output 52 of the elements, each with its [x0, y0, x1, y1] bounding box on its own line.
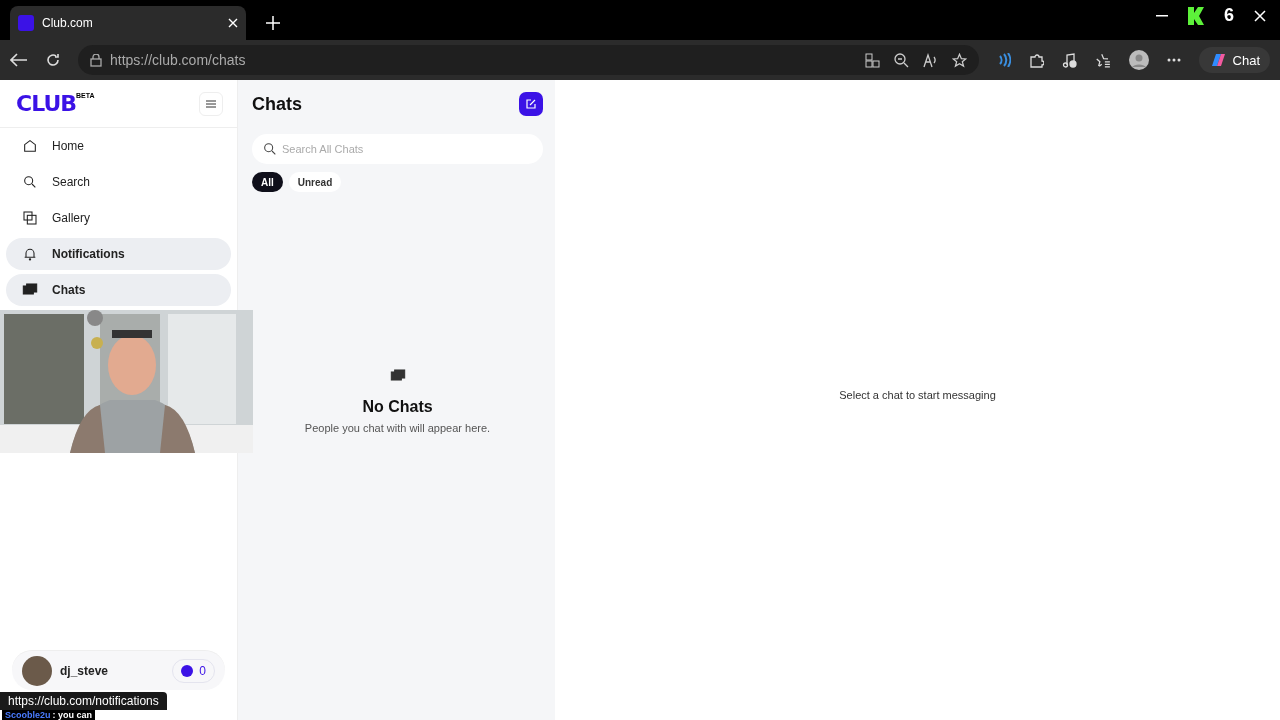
- nav-item[interactable]: Notifications: [6, 238, 231, 270]
- menu-button[interactable]: [199, 91, 223, 116]
- signal-waves-icon[interactable]: [996, 53, 1011, 67]
- chat-message: : you can: [52, 710, 93, 720]
- chats-title: Chats: [252, 93, 302, 115]
- chat-username: Scooble2u: [5, 710, 51, 720]
- chat-bubbles-icon: [389, 368, 406, 384]
- user-card[interactable]: dj_steve 0: [12, 650, 225, 690]
- url-path: /chats: [208, 52, 246, 68]
- home-icon: [22, 138, 38, 154]
- club-favicon-icon: [18, 15, 34, 31]
- coin-icon: [181, 664, 194, 677]
- bell-icon: [22, 246, 38, 262]
- empty-hint: Select a chat to start messaging: [839, 389, 996, 401]
- filter-tab[interactable]: All: [252, 172, 283, 192]
- k-logo-icon: [1188, 6, 1204, 25]
- apps-icon[interactable]: [864, 52, 880, 68]
- new-tab-icon[interactable]: [266, 16, 280, 30]
- new-chat-button[interactable]: [519, 92, 543, 116]
- filter-tab[interactable]: Unread: [288, 172, 342, 192]
- nav-item[interactable]: Chats: [6, 274, 231, 306]
- compose-icon: [526, 99, 536, 109]
- search-icon: [262, 141, 278, 157]
- search-field[interactable]: Search All Chats: [252, 134, 543, 164]
- profile-avatar-icon[interactable]: [1128, 50, 1149, 70]
- search-icon: [22, 174, 38, 190]
- reload-icon[interactable]: [46, 53, 60, 67]
- copilot-chat-button[interactable]: Chat: [1198, 47, 1270, 73]
- username: dj_steve: [60, 663, 109, 678]
- music-note-icon[interactable]: [1061, 52, 1077, 68]
- chat-bubbles-icon: [22, 282, 38, 298]
- back-icon[interactable]: [10, 53, 28, 67]
- overlay-count: 6: [1224, 5, 1234, 26]
- gallery-icon: [22, 210, 38, 226]
- more-icon[interactable]: [1166, 58, 1181, 62]
- menu-icon: [206, 99, 216, 108]
- minimize-icon[interactable]: [1156, 14, 1168, 17]
- club-logo[interactable]: CLUB: [16, 91, 76, 116]
- user-avatar: [22, 655, 52, 686]
- empty-title: No Chats: [362, 398, 433, 416]
- browser-tab[interactable]: Club.com: [10, 6, 246, 40]
- star-icon[interactable]: [951, 52, 967, 68]
- lock-icon: [90, 53, 102, 67]
- empty-text: People you chat with will appear here.: [304, 422, 491, 434]
- close-icon[interactable]: [228, 18, 238, 28]
- read-aloud-icon[interactable]: [922, 52, 938, 68]
- close-icon[interactable]: [1254, 9, 1266, 22]
- url-host: https://club.com: [110, 52, 209, 68]
- puzzle-icon[interactable]: [1028, 52, 1044, 68]
- zoom-out-icon[interactable]: [893, 52, 909, 68]
- tab-title: Club.com: [42, 16, 94, 30]
- address-bar[interactable]: https://club.com/chats: [78, 45, 979, 75]
